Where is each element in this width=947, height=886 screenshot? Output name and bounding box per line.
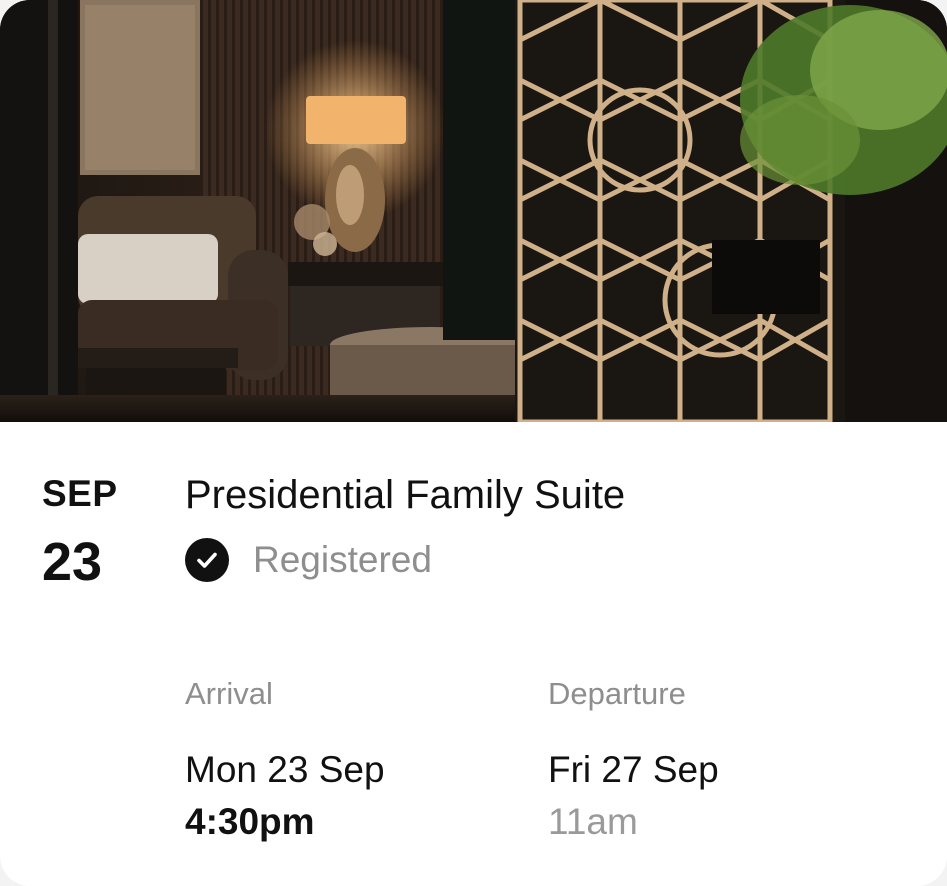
arrival-info: Arrival Mon 23 Sep 4:30pm [185,676,385,844]
departure-date: Fri 27 Sep [548,749,719,790]
event-month: SEP [42,473,118,514]
status-label: Registered [253,539,432,580]
arrival-date: Mon 23 Sep [185,749,385,790]
room-photo [0,0,947,422]
registration-status: Registered [185,538,432,582]
arrival-label: Arrival [185,676,273,711]
departure-info: Departure Fri 27 Sep 11am [548,676,719,844]
event-day: 23 [42,532,103,592]
check-circle-icon [185,538,229,582]
room-title[interactable]: Presidential Family Suite [185,472,625,518]
event-date: SEP 23 [42,473,162,592]
booking-card[interactable]: SEP 23 Presidential Family Suite Registe… [0,0,947,886]
departure-time: 11am [548,801,638,842]
arrival-time: 4:30pm [185,801,315,842]
departure-label: Departure [548,676,686,711]
